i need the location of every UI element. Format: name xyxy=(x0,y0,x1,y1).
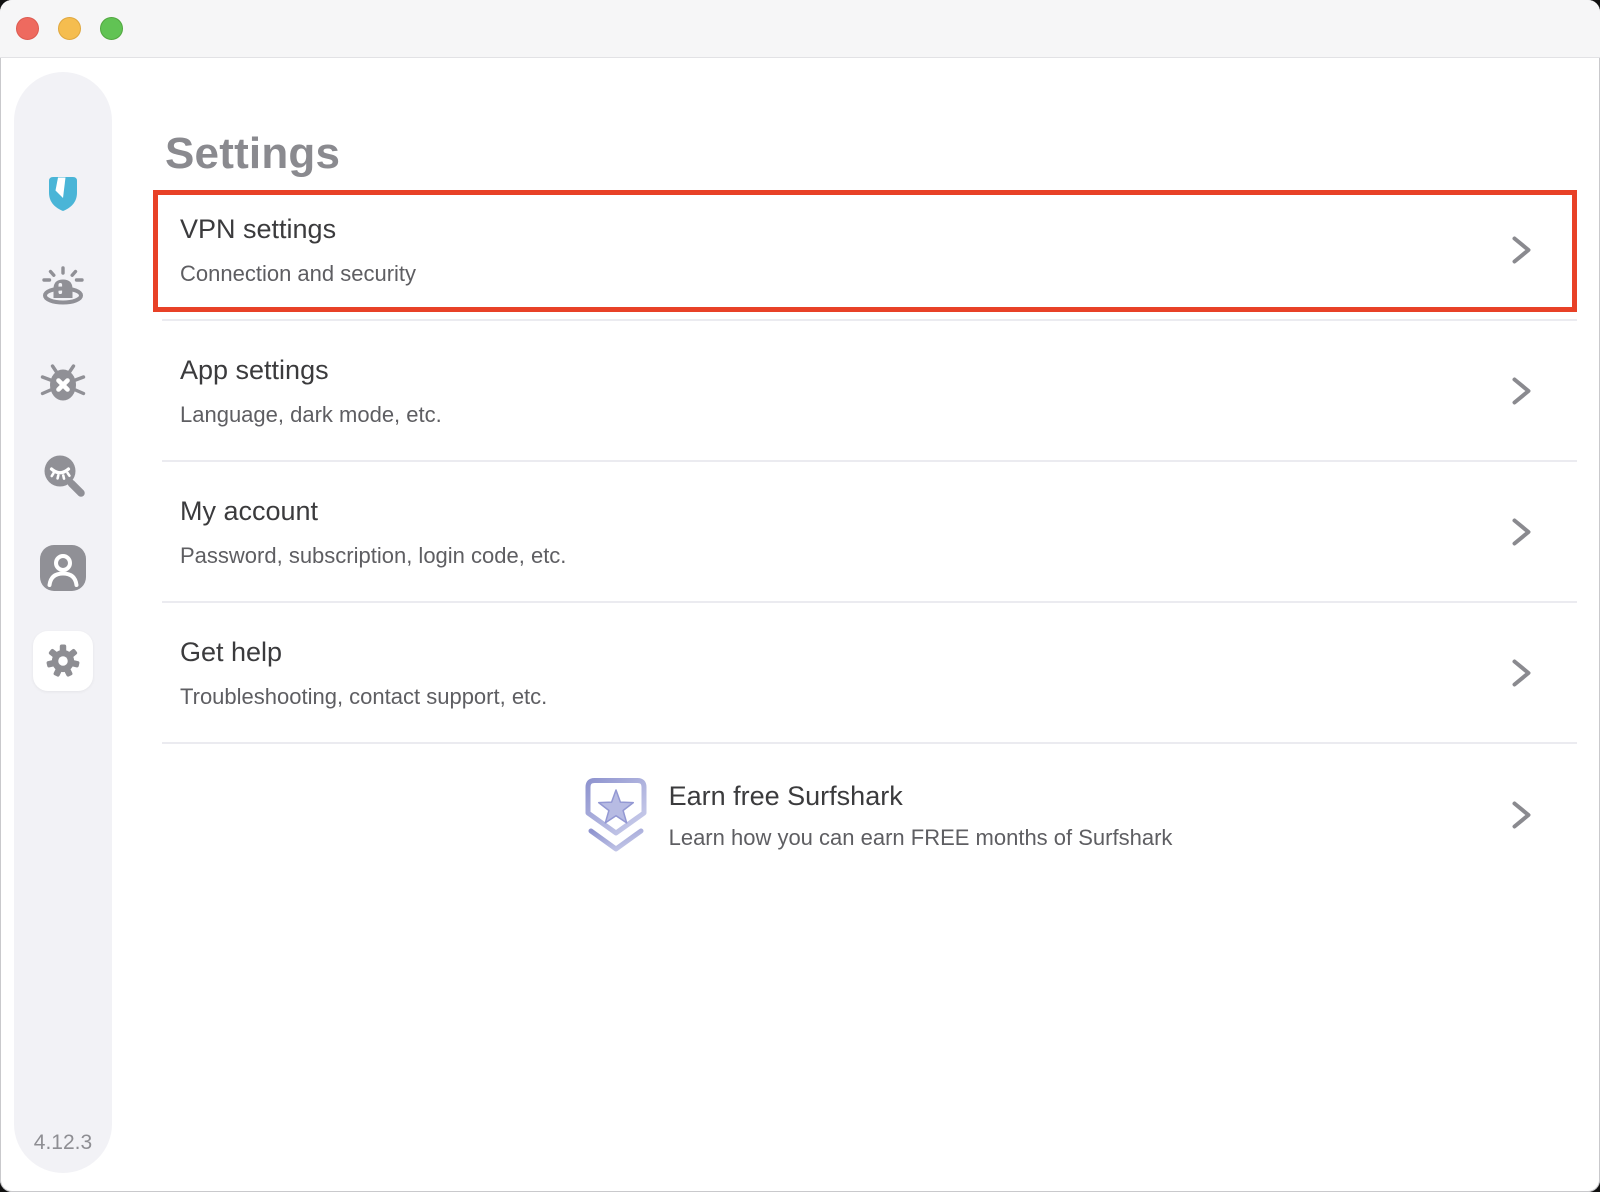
list-item-subtitle: Learn how you can earn FREE months of Su… xyxy=(669,824,1173,852)
list-item-title: VPN settings xyxy=(180,211,1577,247)
list-item-subtitle: Troubleshooting, contact support, etc. xyxy=(180,683,1577,711)
list-item-subtitle: Password, subscription, login code, etc. xyxy=(180,542,1577,570)
sidebar-item-search[interactable] xyxy=(38,450,88,500)
chevron-right-icon xyxy=(1510,376,1533,406)
list-item-title: Earn free Surfshark xyxy=(669,778,1173,814)
sidebar-item-account[interactable] xyxy=(38,543,88,593)
list-item-app-settings[interactable]: App settings Language, dark mode, etc. xyxy=(162,321,1577,462)
sidebar-item-settings[interactable] xyxy=(33,631,93,691)
app-window: 4.12.3 Settings VPN settings Connection … xyxy=(0,0,1600,1192)
sidebar-item-vpn[interactable] xyxy=(38,264,88,314)
list-item-earn-free-surfshark[interactable]: Earn free Surfshark Learn how you can ea… xyxy=(162,744,1577,885)
bug-antivirus-icon xyxy=(38,357,88,407)
list-item-subtitle: Language, dark mode, etc. xyxy=(180,401,1577,429)
minimize-window-button[interactable] xyxy=(58,17,81,40)
gear-settings-icon xyxy=(40,638,86,684)
app-version: 4.12.3 xyxy=(14,1131,112,1155)
list-item-title: Get help xyxy=(180,634,1577,670)
list-item-subtitle: Connection and security xyxy=(180,260,1577,288)
list-item-title: App settings xyxy=(180,352,1577,388)
sidebar: 4.12.3 xyxy=(14,72,112,1173)
chevron-right-icon xyxy=(1510,517,1533,547)
search-eye-icon xyxy=(38,450,88,500)
person-account-icon xyxy=(38,543,88,593)
window-titlebar xyxy=(0,0,1600,58)
page-title: Settings xyxy=(165,129,340,179)
list-item-title: My account xyxy=(180,493,1577,529)
traffic-lights xyxy=(16,17,123,40)
surfshark-shield-logo xyxy=(14,175,112,213)
list-item-my-account[interactable]: My account Password, subscription, login… xyxy=(162,462,1577,603)
list-item-get-help[interactable]: Get help Troubleshooting, contact suppor… xyxy=(162,603,1577,744)
sidebar-item-antivirus[interactable] xyxy=(38,357,88,407)
zoom-window-button[interactable] xyxy=(100,17,123,40)
siren-alert-icon xyxy=(38,264,88,314)
chevron-right-icon xyxy=(1510,235,1533,265)
close-window-button[interactable] xyxy=(16,17,39,40)
chevron-right-icon xyxy=(1510,658,1533,688)
list-item-vpn-settings[interactable]: VPN settings Connection and security xyxy=(162,180,1577,321)
chevron-right-icon xyxy=(1510,800,1533,830)
settings-list: VPN settings Connection and security App… xyxy=(162,180,1577,885)
reward-badge-star-icon xyxy=(583,775,649,855)
